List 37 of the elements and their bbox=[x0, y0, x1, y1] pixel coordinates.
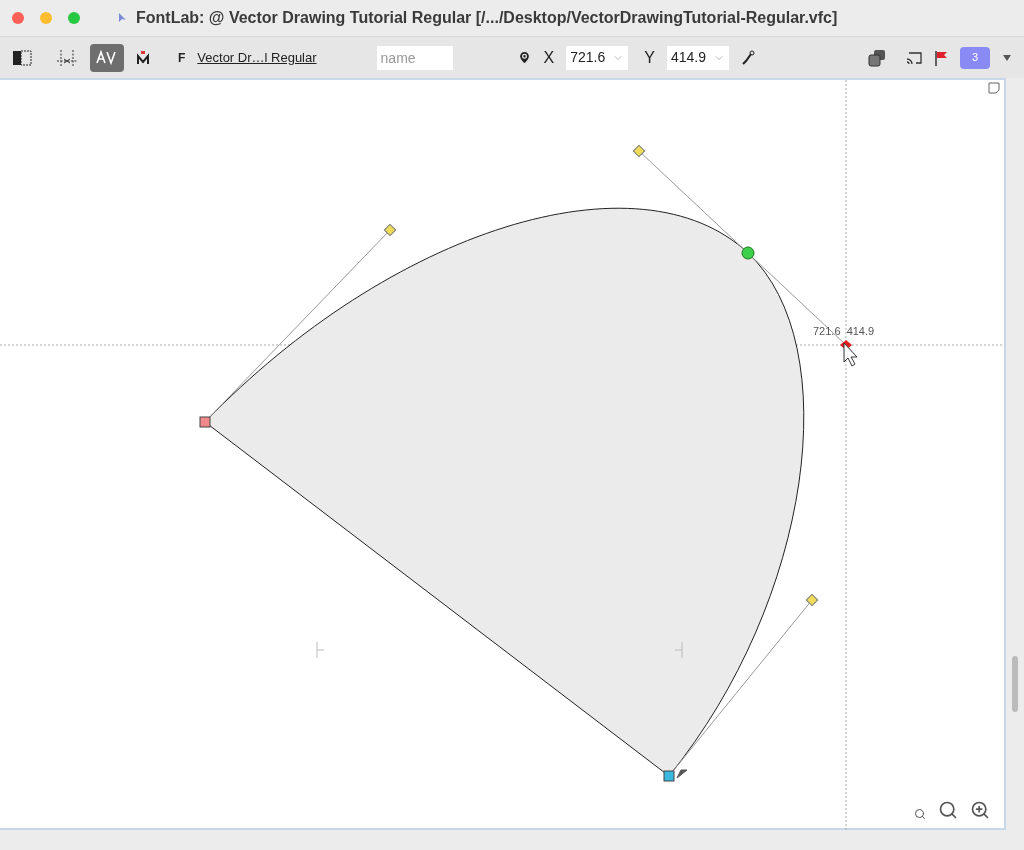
handle-point[interactable] bbox=[805, 593, 819, 607]
start-node[interactable] bbox=[199, 416, 211, 428]
glyph-mark-icon[interactable] bbox=[136, 49, 150, 66]
kerning-icon bbox=[96, 49, 118, 66]
flag-icon[interactable] bbox=[934, 49, 948, 66]
cast-icon[interactable] bbox=[906, 50, 922, 65]
handle-point[interactable] bbox=[383, 223, 397, 237]
direction-arrow-icon bbox=[676, 769, 688, 779]
x-label: X bbox=[543, 47, 555, 68]
close-button[interactable] bbox=[12, 12, 24, 24]
smooth-node[interactable] bbox=[741, 246, 755, 260]
handle-point[interactable] bbox=[632, 144, 646, 158]
y-value: 414.9 bbox=[670, 48, 706, 67]
corner-node[interactable] bbox=[663, 770, 675, 782]
font-name[interactable]: Vector Dr…l Regular bbox=[197, 47, 317, 68]
sidebar-toggle-icon[interactable] bbox=[12, 49, 32, 66]
overlap-squares-icon[interactable] bbox=[868, 48, 886, 67]
dropdown-triangle-icon[interactable] bbox=[1002, 53, 1012, 62]
window-title: FontLab: @ Vector Drawing Tutorial Regular [/.../Desktop/VectorDrawingTutorial-Regular.vfc] bbox=[136, 8, 838, 28]
glyph-canvas[interactable]: 721.6 414.9 bbox=[0, 78, 1006, 830]
kerning-button[interactable] bbox=[90, 43, 124, 72]
y-field[interactable]: 414.9 bbox=[666, 45, 729, 70]
cursor-icon bbox=[843, 342, 858, 367]
location-pin-icon bbox=[516, 50, 532, 65]
coordinate-readout: 721.6 414.9 bbox=[813, 324, 875, 339]
pen-tool-icon[interactable] bbox=[740, 49, 755, 66]
zoom-selection-icon[interactable] bbox=[970, 800, 990, 820]
x-field[interactable]: 721.6 bbox=[566, 45, 629, 70]
pointer-icon bbox=[118, 12, 128, 24]
x-value: 721.6 bbox=[570, 48, 606, 67]
zoom-out-icon[interactable] bbox=[914, 808, 926, 820]
zoom-in-icon[interactable] bbox=[938, 800, 958, 820]
y-label: Y bbox=[644, 47, 655, 68]
note-icon[interactable] bbox=[988, 82, 1000, 94]
name-field[interactable]: name bbox=[376, 45, 453, 70]
font-prefix: F bbox=[178, 49, 186, 67]
metrics-icon[interactable] bbox=[56, 48, 78, 67]
